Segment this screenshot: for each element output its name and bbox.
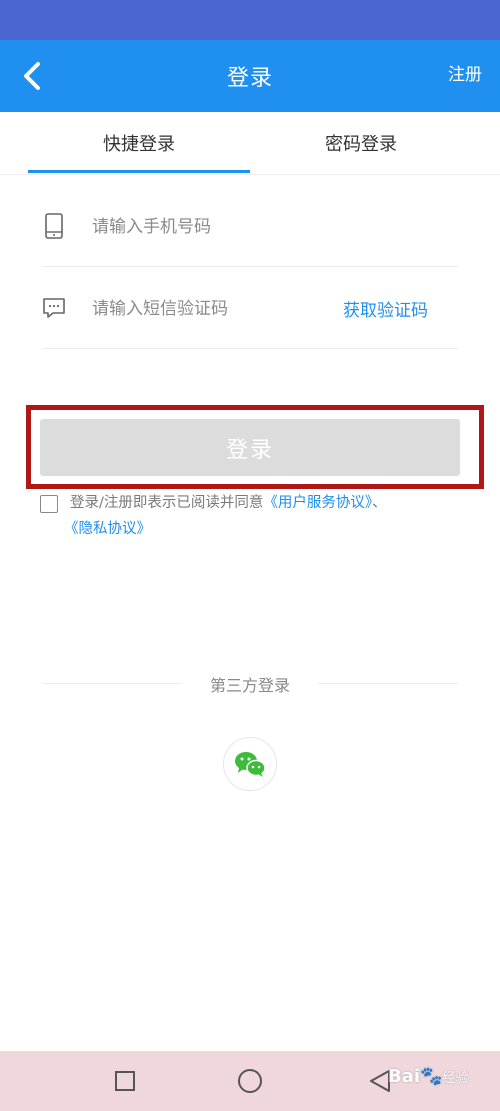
agreement-row: 登录/注册即表示已阅读并同意《用户服务协议》、 《隐私协议》 [40, 490, 460, 542]
phone-field [42, 186, 458, 267]
sms-code-field: 获取验证码 [42, 268, 458, 349]
back-button[interactable] [12, 54, 52, 98]
watermark-brand: Bai [388, 1066, 421, 1087]
phone-icon [42, 210, 66, 242]
page-title: 登录 [226, 66, 273, 91]
watermark-suffix: 经验 [442, 1071, 469, 1086]
wechat-icon [235, 752, 266, 777]
service-agreement-link[interactable]: 《用户服务协议》 [263, 495, 372, 511]
login-button[interactable]: 登录 [40, 419, 460, 476]
status-bar [0, 0, 500, 40]
circle-icon [238, 1069, 262, 1093]
home-button[interactable] [235, 1066, 265, 1096]
app-header: 登录 注册 [0, 40, 500, 112]
phone-input[interactable] [90, 208, 334, 246]
third-party-divider: 第三方登录 [42, 670, 458, 698]
agreement-checkbox[interactable] [40, 495, 58, 513]
paw-icon: 🐾 [420, 1066, 443, 1087]
privacy-policy-link[interactable]: 《隐私协议》 [64, 521, 151, 537]
back-arrow-icon [24, 62, 40, 90]
message-icon [42, 292, 66, 324]
tab-quick-login[interactable]: 快捷登录 [28, 112, 250, 174]
agreement-text: 登录/注册即表示已阅读并同意 [70, 495, 264, 511]
sms-code-input[interactable] [90, 290, 334, 328]
register-link[interactable]: 注册 [448, 60, 482, 85]
tab-password-login[interactable]: 密码登录 [250, 112, 472, 174]
recent-apps-button[interactable] [110, 1066, 140, 1096]
third-party-title: 第三方登录 [209, 676, 290, 695]
agreement-separator: 、 [372, 495, 387, 511]
square-icon [115, 1071, 135, 1091]
active-tab-indicator [28, 170, 250, 173]
login-tabs: 快捷登录 密码登录 [0, 112, 500, 175]
baidu-watermark: Bai🐾经验 [388, 1066, 468, 1087]
divider-line-right [318, 683, 458, 684]
wechat-login-button[interactable] [223, 737, 277, 791]
get-code-button[interactable]: 获取验证码 [343, 296, 428, 321]
